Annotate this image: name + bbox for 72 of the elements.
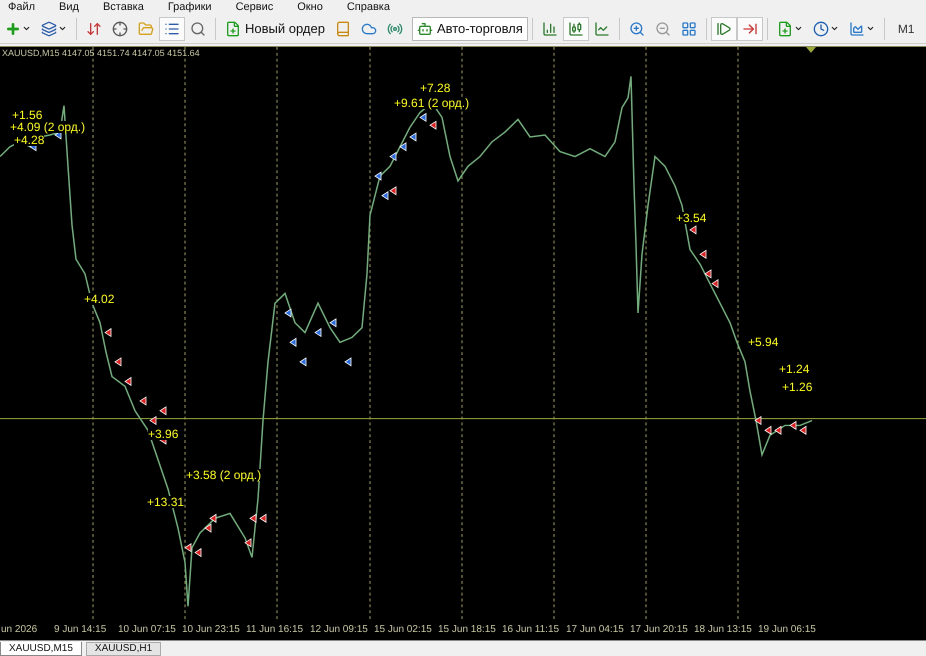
list-icon	[164, 20, 180, 36]
trade-profit-label: +4.28	[14, 134, 44, 146]
chart-type-button[interactable]	[562, 16, 589, 40]
menu-item[interactable]: Графики	[168, 2, 212, 12]
caret-icon	[22, 24, 31, 33]
chart-template-icon	[848, 20, 865, 36]
trade-profit-label: +3.54	[676, 212, 706, 224]
trade-profit-label: +9.61 (2 орд.)	[394, 96, 470, 109]
trade-profit-label: +4.02	[84, 293, 114, 306]
magnifier-icon	[190, 20, 206, 36]
grid-icon	[680, 20, 697, 36]
folder-icon	[138, 20, 154, 36]
file-plus-icon	[225, 20, 241, 36]
auto-scroll-button[interactable]	[710, 16, 737, 40]
crosshair-icon	[112, 20, 128, 36]
chart-shift-marker-icon	[806, 47, 816, 53]
menu-item[interactable]: Вставка	[102, 2, 144, 12]
trade-profit-label: +1.56	[12, 108, 42, 121]
time-axis-label: 9 Jun 14:15	[54, 625, 106, 635]
time-axis-label: un 2026	[1, 625, 38, 635]
file-plus-icon	[776, 20, 793, 36]
robot-icon	[416, 20, 433, 36]
arrow-to-line-icon	[742, 20, 758, 36]
chart-header: XAUUSD,M15 4147.05 4151.74 4147.05 4151.64	[2, 49, 200, 58]
caret-icon	[58, 24, 67, 33]
time-axis-label: 16 Jun 11:15	[502, 625, 560, 635]
layers-icon	[41, 20, 57, 36]
candlestick-icon	[568, 20, 584, 36]
menu-item[interactable]: Окно	[297, 2, 323, 12]
caret-icon	[830, 24, 839, 33]
trade-profit-label: +1.24	[779, 362, 810, 375]
trade-profit-label: +13.31	[147, 496, 184, 508]
chart-shift-button[interactable]	[736, 16, 763, 40]
trade-profit-label: +3.96	[148, 428, 178, 440]
autotrading-button[interactable]: Авто-торговля	[412, 16, 528, 40]
timeframe-button[interactable]: M1	[888, 16, 924, 40]
trade-profit-label: +4.09 (2 орд.)	[10, 121, 86, 134]
time-axis-label: 12 Jun 09:15	[310, 625, 368, 635]
menu-item[interactable]: Справка	[346, 2, 390, 12]
menu-item[interactable]: Сервис	[236, 2, 274, 12]
zoom-out-icon	[654, 20, 671, 36]
radio-waves-icon	[386, 20, 403, 36]
trade-profit-label: +1.26	[782, 381, 812, 394]
line-chart-icon	[594, 20, 610, 36]
trade-profit-label: +7.28	[420, 82, 450, 94]
time-axis-label: 19 Jun 06:15	[758, 625, 816, 635]
bar-chart-icon	[542, 20, 558, 36]
plus-icon	[5, 20, 21, 36]
trade-profit-label: +3.58 (2 орд.)	[186, 469, 262, 482]
time-axis-label: 10 Jun 07:15	[118, 625, 176, 635]
time-axis-label: 15 Jun 02:15	[374, 625, 432, 635]
terminal-button[interactable]	[159, 16, 185, 40]
menu-item[interactable]: Файл	[8, 2, 36, 12]
new-order-button[interactable]: Новый ордер	[220, 16, 330, 40]
up-down-arrows-icon	[86, 20, 102, 36]
chart-tab[interactable]: XAUUSD,H1	[86, 642, 162, 656]
caret-icon	[794, 24, 803, 33]
clock-icon	[812, 20, 829, 36]
time-axis-label: 17 Jun 20:15	[630, 625, 688, 635]
book-icon	[334, 20, 351, 36]
cloud-icon	[360, 20, 377, 36]
step-forward-icon	[716, 20, 732, 36]
zoom-in-icon	[628, 20, 645, 36]
caret-icon	[866, 24, 875, 33]
time-axis-label: 10 Jun 23:15	[182, 625, 240, 635]
time-axis-label: 18 Jun 13:15	[694, 625, 752, 635]
time-axis-label: 11 Jun 16:15	[246, 625, 304, 635]
time-axis-label: 15 Jun 18:15	[438, 625, 496, 635]
menu-item[interactable]: Вид	[59, 2, 79, 12]
trade-profit-label: +5.94	[748, 336, 778, 348]
chart-tab[interactable]: XAUUSD,M15	[0, 642, 82, 656]
time-axis-label: 17 Jun 04:15	[566, 625, 624, 635]
